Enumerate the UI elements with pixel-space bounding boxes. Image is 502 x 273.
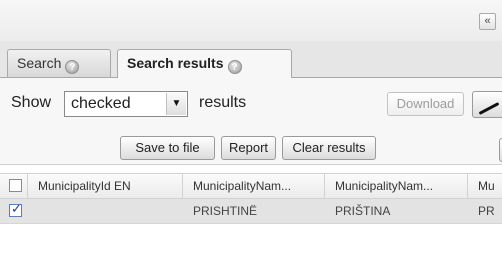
show-filter-value: checked	[71, 95, 131, 112]
table-cell: PRISHTINË	[193, 204, 258, 218]
help-icon[interactable]: ?	[227, 60, 242, 74]
table-cell: PR	[478, 204, 495, 218]
tab-search[interactable]: Search?	[7, 49, 111, 77]
column-header[interactable]: MunicipalityId EN	[28, 174, 183, 198]
show-filter-select[interactable]: checked ▼	[64, 91, 188, 117]
collapse-panel-button[interactable]: «	[479, 13, 496, 30]
results-toolbar: Show checked ▼ results Download Save to …	[0, 78, 502, 165]
help-icon[interactable]: ?	[65, 60, 80, 74]
table-cell: PRIŠTINA	[335, 204, 391, 218]
checkmark-icon: ✓	[11, 201, 22, 216]
report-button[interactable]: Report	[221, 136, 276, 160]
download-button[interactable]: Download	[387, 92, 464, 116]
double-chevron-left-icon: «	[484, 15, 491, 27]
column-header[interactable]: MunicipalityNam...	[325, 174, 468, 198]
tab-strip: Search? Search results?	[0, 41, 502, 78]
select-all-checkbox[interactable]	[9, 179, 22, 192]
clear-results-button[interactable]: Clear results	[282, 136, 376, 160]
show-label: Show	[11, 94, 52, 111]
row-checkbox[interactable]: ✓	[9, 201, 22, 217]
results-grid: MunicipalityId EN MunicipalityNam... Mun…	[0, 165, 502, 273]
edit-button[interactable]	[472, 91, 502, 118]
save-to-file-button[interactable]: Save to file	[120, 136, 215, 160]
tab-search-results[interactable]: Search results?	[117, 49, 292, 78]
pen-icon	[478, 102, 500, 115]
tab-search-results-label: Search results	[127, 55, 224, 71]
row-select-cell: ✓	[0, 199, 28, 223]
top-bar: «	[0, 0, 502, 42]
table-cell	[28, 199, 183, 223]
column-header[interactable]: Mu	[468, 174, 502, 198]
grid-header: MunicipalityId EN MunicipalityNam... Mun…	[0, 173, 502, 199]
results-label: results	[199, 94, 247, 111]
table-row[interactable]: ✓ PRISHTINË PRIŠTINA PR	[0, 199, 502, 224]
column-header[interactable]: MunicipalityNam...	[183, 174, 325, 198]
tab-search-label: Search	[17, 55, 62, 71]
select-all-cell	[0, 174, 28, 198]
chevron-down-icon[interactable]: ▼	[166, 93, 186, 115]
